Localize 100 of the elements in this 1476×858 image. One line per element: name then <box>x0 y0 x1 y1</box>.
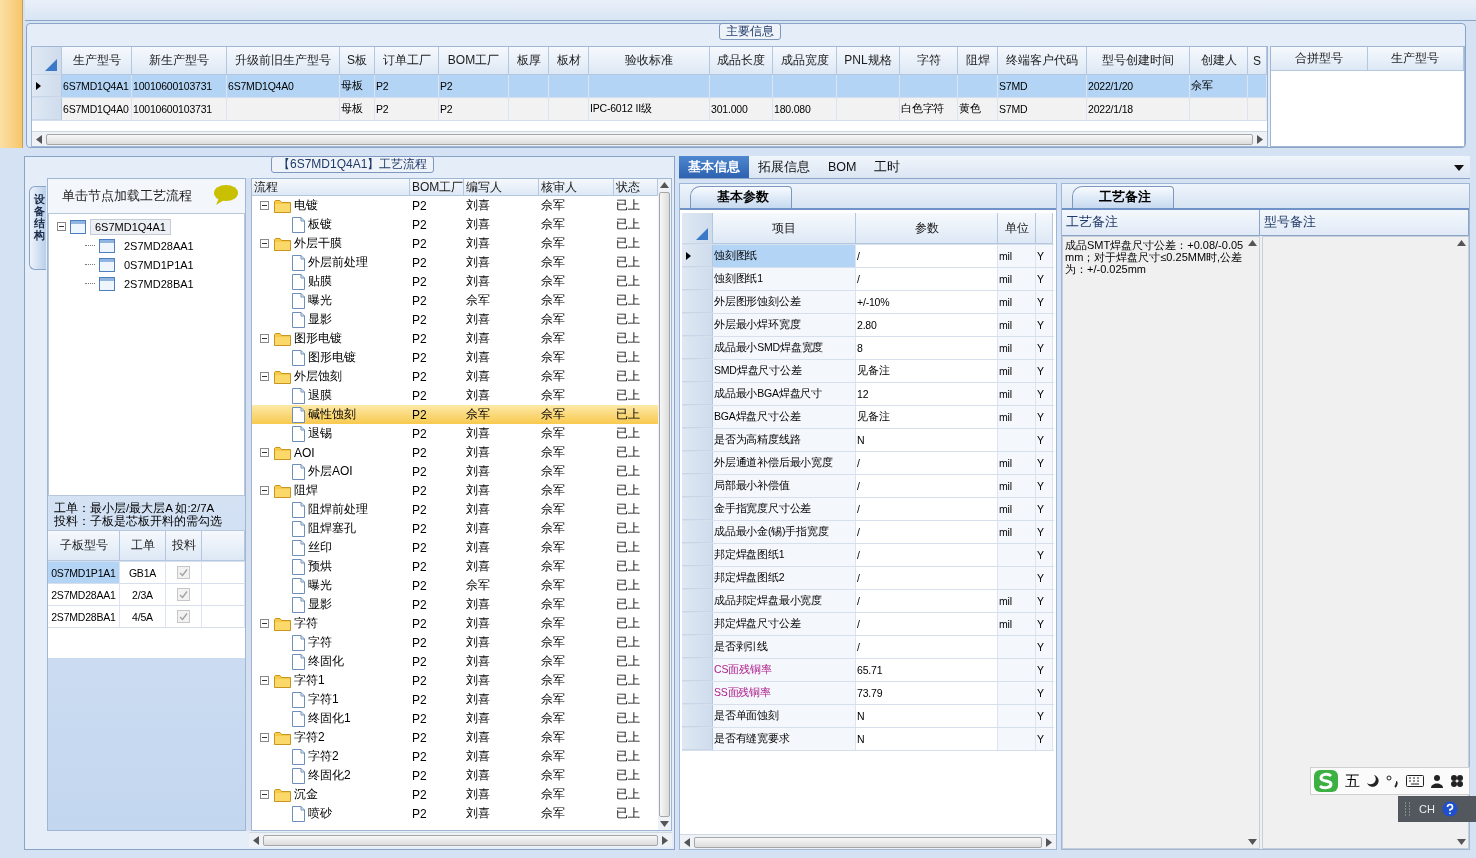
tree-item[interactable]: 2S7MD28BA1 <box>119 275 199 292</box>
punctuation-icon[interactable] <box>1386 774 1400 788</box>
tab[interactable]: 工时 <box>865 156 910 178</box>
table-cell[interactable]: 邦定焊盘图纸1 <box>713 544 856 566</box>
tree-row[interactable]: 阻焊塞孔 P2 刘喜 佘军 已上 <box>252 519 658 538</box>
column-header[interactable]: 状态 <box>614 179 658 196</box>
table-cell[interactable]: SMD焊盘尺寸公差 <box>713 360 856 382</box>
column-header[interactable]: 成品宽度 <box>773 47 837 75</box>
scroll-left-icon[interactable] <box>684 837 690 847</box>
column-header[interactable]: 阻焊 <box>958 47 998 75</box>
scroll-thumb[interactable] <box>263 834 658 846</box>
scroll-thumb[interactable] <box>694 836 1042 848</box>
scrollbar[interactable] <box>1455 237 1468 848</box>
column-header[interactable]: PNL规格 <box>837 47 900 75</box>
column-header[interactable]: BOM工厂 <box>410 179 464 196</box>
column-header[interactable]: 验收标准 <box>589 47 710 75</box>
tab[interactable]: BOM <box>819 156 866 178</box>
table-cell[interactable]: 外层图形蚀刻公差 <box>713 291 856 313</box>
tree-row[interactable]: 沉金 P2 刘喜 佘军 已上 <box>252 785 658 804</box>
table-cell[interactable]: 邦定焊盘尺寸公差 <box>713 613 856 635</box>
table-cell[interactable]: 成品最小SMD焊盘宽度 <box>713 337 856 359</box>
tree-item[interactable]: 6S7MD1Q4A1 <box>90 218 171 235</box>
scrollbar[interactable] <box>658 179 671 830</box>
collapse-icon[interactable] <box>260 201 269 210</box>
column-header[interactable]: 工单 <box>120 531 166 561</box>
column-header[interactable]: S板 <box>340 47 375 75</box>
table-cell[interactable]: 金手指宽度尺寸公差 <box>713 498 856 520</box>
scroll-up-icon[interactable] <box>1248 240 1257 246</box>
column-header[interactable]: 型号创建时间 <box>1087 47 1190 75</box>
table-cell[interactable]: 是否为高精度线路 <box>713 429 856 451</box>
tree-row[interactable]: 退锡 P2 刘喜 佘军 已上 <box>252 424 658 443</box>
table-cell[interactable]: 是否单面蚀刻 <box>713 705 856 727</box>
column-header[interactable]: 参数 <box>856 213 998 244</box>
column-header[interactable]: 生产型号 <box>1367 47 1464 71</box>
collapse-icon[interactable] <box>260 239 269 248</box>
person-icon[interactable] <box>1430 774 1444 788</box>
column-header[interactable]: S <box>1248 47 1267 75</box>
collapse-icon[interactable] <box>260 334 269 343</box>
collapse-icon[interactable] <box>260 676 269 685</box>
column-header[interactable]: 创建人 <box>1190 47 1248 75</box>
tree-row[interactable]: 外层前处理 P2 刘喜 佘军 已上 <box>252 253 658 272</box>
scrollbar[interactable] <box>680 834 1056 849</box>
help-icon[interactable] <box>1441 801 1458 817</box>
tree-row[interactable]: 碱性蚀刻 P2 佘军 佘军 已上 <box>252 405 658 424</box>
text-area[interactable]: 成品SMT焊盘尺寸公差：+0.08/-0.05mm；对于焊盘尺寸≤0.25MM时,公差为：+/-0.025mm <box>1062 236 1260 849</box>
scroll-down-icon[interactable] <box>1248 839 1257 845</box>
column-header[interactable]: 单位 <box>998 213 1036 244</box>
tab[interactable]: 基本参数 <box>690 186 792 208</box>
tab[interactable]: 拓展信息 <box>749 156 819 178</box>
column-header[interactable]: 编写人 <box>464 179 539 196</box>
tree-item[interactable]: 0S7MD1P1A1 <box>119 256 199 273</box>
column-header[interactable]: 升级前旧生产型号 <box>227 47 340 75</box>
scrollbar[interactable] <box>32 131 1267 146</box>
tree-row[interactable]: 终固化 P2 刘喜 佘军 已上 <box>252 652 658 671</box>
column-header[interactable]: 核审人 <box>539 179 614 196</box>
column-header[interactable]: 字符 <box>900 47 958 75</box>
table-cell[interactable]: 成品最小金(锡)手指宽度 <box>713 521 856 543</box>
table-cell[interactable]: CS面残铜率 <box>713 659 856 681</box>
tree-row[interactable]: 字符1 P2 刘喜 佘军 已上 <box>252 671 658 690</box>
tree-row[interactable]: 电镀 P2 刘喜 佘军 已上 <box>252 196 658 215</box>
table-cell[interactable]: 蚀刻图纸 <box>713 245 856 267</box>
tree-row[interactable]: 外层干膜 P2 刘喜 佘军 已上 <box>252 234 658 253</box>
table-cell[interactable]: 是否剥引线 <box>713 636 856 658</box>
table-cell[interactable]: 局部最小补偿值 <box>713 475 856 497</box>
tree-row[interactable]: 字符 P2 刘喜 佘军 已上 <box>252 614 658 633</box>
column-header[interactable]: 合拼型号 <box>1271 47 1368 71</box>
scroll-left-icon[interactable] <box>253 835 259 845</box>
table-cell[interactable]: 外层通道补偿后最小宽度 <box>713 452 856 474</box>
tree-row[interactable]: 曝光 P2 佘军 佘军 已上 <box>252 291 658 310</box>
tree-row[interactable]: 显影 P2 刘喜 佘军 已上 <box>252 310 658 329</box>
scroll-right-icon[interactable] <box>1257 134 1263 144</box>
tree-row[interactable]: 贴膜 P2 刘喜 佘军 已上 <box>252 272 658 291</box>
tree-row[interactable]: 字符1 P2 刘喜 佘军 已上 <box>252 690 658 709</box>
scroll-down-icon[interactable] <box>660 821 669 827</box>
table-cell[interactable]: 是否有缝宽要求 <box>713 728 856 750</box>
tree-row[interactable]: 图形电镀 P2 刘喜 佘军 已上 <box>252 348 658 367</box>
tree-row[interactable]: 图形电镀 P2 刘喜 佘军 已上 <box>252 329 658 348</box>
column-header[interactable]: 项目 <box>713 213 856 244</box>
grid-icon[interactable] <box>1450 774 1464 788</box>
table-cell[interactable]: 蚀刻图纸1 <box>713 268 856 290</box>
scroll-up-icon[interactable] <box>660 182 669 188</box>
scroll-left-icon[interactable] <box>36 134 42 144</box>
tree-row[interactable]: 曝光 P2 佘军 佘军 已上 <box>252 576 658 595</box>
column-header[interactable]: 成品长度 <box>710 47 773 75</box>
tree-row[interactable]: 字符 P2 刘喜 佘军 已上 <box>252 633 658 652</box>
table-row[interactable]: 6S7MD1Q4A0 10010600103731 母板 P2 P2 IPC-6012 II级 301.000 180.080 白色字符 黄色 S7MD 2022/1/18 <box>32 98 1267 121</box>
scroll-up-icon[interactable] <box>1457 240 1466 246</box>
collapse-icon[interactable] <box>260 372 269 381</box>
table-cell[interactable]: 邦定焊盘图纸2 <box>713 567 856 589</box>
column-header[interactable]: BOM工厂 <box>439 47 509 75</box>
scrollbar[interactable] <box>1246 237 1259 848</box>
tree-row[interactable]: 阻焊 P2 刘喜 佘军 已上 <box>252 481 658 500</box>
collapse-icon[interactable] <box>260 733 269 742</box>
column-header[interactable]: 投料 <box>166 531 202 561</box>
tree-row[interactable]: 阻焊前处理 P2 刘喜 佘军 已上 <box>252 500 658 519</box>
tree-row[interactable]: 终固化2 P2 刘喜 佘军 已上 <box>252 766 658 785</box>
collapse-icon[interactable] <box>260 790 269 799</box>
moon-icon[interactable] <box>1366 774 1380 788</box>
table-cell[interactable]: 外层最小焊环宽度 <box>713 314 856 336</box>
collapse-icon[interactable] <box>260 619 269 628</box>
